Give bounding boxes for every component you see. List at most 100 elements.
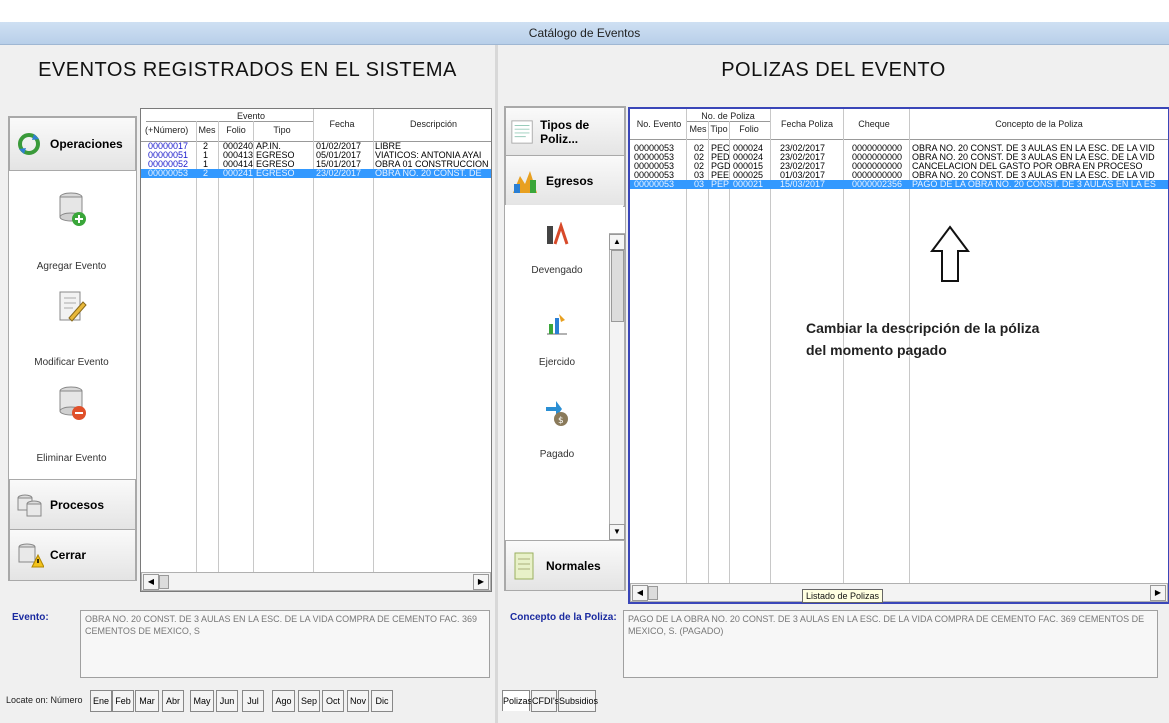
table-row-selected[interactable]: 00000053 03 PEP 000021 15/03/2017 000000… [630,180,1168,189]
col-folio[interactable]: Folio [731,125,767,134]
table-row[interactable]: 00000053 02 PGD 000015 23/02/2017 000000… [630,162,1168,171]
evento-textbox[interactable]: OBRA NO. 20 CONST. DE 3 AULAS EN LA ESC.… [80,610,490,678]
annotation-line-2: del momento pagado [806,342,947,358]
col-fecha[interactable]: Fecha [317,120,367,129]
tab-oct[interactable]: Oct [322,690,344,712]
col-mes[interactable]: Mes [689,125,707,134]
operaciones-button[interactable]: Operaciones [9,117,136,171]
table-row[interactable]: 00000051 1 000413 EGRESO 05/01/2017 VIAT… [141,151,491,160]
tab-subsidios[interactable]: Subsidios [558,690,598,712]
events-pane: EVENTOS REGISTRADOS EN EL SISTEMA Operac… [0,45,495,723]
table-row[interactable]: 00000053 02 PEC 000024 23/02/2017 000000… [630,144,1168,153]
add-event-label[interactable]: Agregar Evento [9,261,134,272]
moments-list[interactable]: Devengado Ejercido $ Pagado ▲ ▼ [505,205,625,541]
tab-jul[interactable]: Jul [242,690,264,712]
devengado-icon[interactable] [505,215,609,255]
procesos-button[interactable]: Procesos [9,479,136,531]
col-cheque[interactable]: Cheque [844,120,904,129]
tab-jun[interactable]: Jun [216,690,238,712]
polizas-heading: POLIZAS DEL EVENTO [721,59,946,81]
event-type: EGRESO [256,169,295,178]
refresh-icon [18,133,40,155]
scroll-left-button[interactable]: ◀ [632,585,648,601]
event-month: 1 [203,160,209,169]
normales-icon [514,552,534,579]
event-description: LIBRE [375,142,402,151]
svg-text:$: $ [558,416,564,426]
table-row[interactable]: 00000052 1 000414 EGRESO 15/01/2017 OBRA… [141,160,491,169]
col-folio[interactable]: Folio [221,126,251,135]
tab-dic[interactable]: Dic [371,690,393,712]
event-description: OBRA 01 CONSTRUCCION [375,160,489,169]
event-description: VIATICOS: ANTONIA AYAI [375,151,482,160]
concepto-textbox[interactable]: PAGO DE LA OBRA NO. 20 CONST. DE 3 AULAS… [623,610,1158,678]
scroll-thumb[interactable] [159,575,169,589]
tab-sep[interactable]: Sep [298,690,320,712]
normales-button[interactable]: Normales [505,540,625,591]
tab-feb[interactable]: Feb [112,690,134,712]
ejercido-icon[interactable] [505,303,609,343]
table-row[interactable]: 00000017 2 000240 AP.IN. 01/02/2017 LIBR… [141,142,491,151]
col-descripcion[interactable]: Descripción [381,120,486,129]
col-tipo[interactable]: Tipo [257,126,307,135]
poliza-mes: 02 [694,144,705,153]
events-horizontal-scrollbar[interactable]: ◀ ▶ [141,572,491,591]
poliza-fecha: 23/02/2017 [780,144,826,153]
tab-may[interactable]: May [190,690,214,712]
poliza-concepto: OBRA NO. 20 CONST. DE 3 AULAS EN LA ESC.… [912,144,1155,153]
tab-cfdis[interactable]: CFDI's [531,690,559,712]
devengado-label[interactable]: Devengado [505,265,609,276]
poliza-folio: 000024 [733,153,764,162]
col-mes[interactable]: Mes [197,126,217,135]
event-date: 15/01/2017 [316,160,362,169]
event-type: AP.IN. [256,142,281,151]
col-concepto[interactable]: Concepto de la Poliza [914,120,1164,129]
scroll-thumb[interactable] [648,586,658,600]
poliza-concepto: OBRA NO. 20 CONST. DE 3 AULAS EN LA ESC.… [912,153,1155,162]
ejercido-label[interactable]: Ejercido [505,357,609,368]
tipos-poliza-button[interactable]: Tipos de Poliz... [505,107,625,157]
col-tipo[interactable]: Tipo [710,125,728,134]
scroll-left-button[interactable]: ◀ [143,574,159,590]
edit-event-icon[interactable] [9,277,134,337]
egresos-button[interactable]: Egresos [505,155,625,207]
poliza-evento: 00000053 [634,144,675,153]
events-grid[interactable]: Evento (+Número) Mes Folio Tipo Fecha De… [140,108,492,592]
cerrar-button[interactable]: Cerrar [9,529,136,581]
locate-label: Locate on: Número [6,695,83,705]
tab-nov[interactable]: Nov [347,690,369,712]
col-fecha-poliza[interactable]: Fecha Poliza [772,120,842,129]
col-numero[interactable]: (+Número) [145,126,195,135]
tab-abr[interactable]: Abr [162,690,184,712]
event-number: 00000017 [148,142,189,151]
tab-polizas[interactable]: Polizas [502,690,532,711]
table-row[interactable]: 00000053 03 PEE 000025 01/03/2017 000000… [630,171,1168,180]
scroll-right-button[interactable]: ▶ [1150,585,1166,601]
poliza-mes: 03 [694,180,705,189]
poliza-evento: 00000053 [634,162,675,171]
poliza-concepto: OBRA NO. 20 CONST. DE 3 AULAS EN LA ESC.… [912,171,1155,180]
poliza-concepto: CANCELACION DEL GASTO POR OBRA EN PROCES… [912,162,1143,171]
pagado-icon[interactable]: $ [505,391,609,433]
polizas-grid[interactable]: No. Evento No. de Poliza Mes Tipo Folio … [628,107,1169,604]
edit-event-label[interactable]: Modificar Evento [9,357,134,368]
scroll-down-button[interactable]: ▼ [609,524,625,540]
document-list-icon [511,120,533,144]
polizas-horizontal-scrollbar[interactable]: ◀ ▶ [630,583,1168,602]
table-row-selected[interactable]: 00000053 2 000241 EGRESO 23/02/2017 OBRA… [141,169,491,178]
moments-vertical-scrollbar[interactable]: ▲ ▼ [609,233,625,541]
col-no-evento[interactable]: No. Evento [634,120,684,129]
pagado-label[interactable]: Pagado [505,449,609,460]
tab-ene[interactable]: Ene [90,690,112,712]
delete-event-icon[interactable] [9,373,134,433]
scroll-right-button[interactable]: ▶ [473,574,489,590]
annotation-line-1: Cambiar la descripción de la póliza [806,320,1040,336]
scroll-up-button[interactable]: ▲ [609,234,625,250]
table-row[interactable]: 00000053 02 PED 000024 23/02/2017 000000… [630,153,1168,162]
delete-event-label[interactable]: Eliminar Evento [9,453,134,464]
tab-mar[interactable]: Mar [135,690,159,712]
scroll-thumb[interactable] [611,250,624,322]
tab-ago[interactable]: Ago [272,690,295,712]
poliza-cheque: 0000000000 [852,171,903,180]
add-event-icon[interactable] [9,179,134,239]
